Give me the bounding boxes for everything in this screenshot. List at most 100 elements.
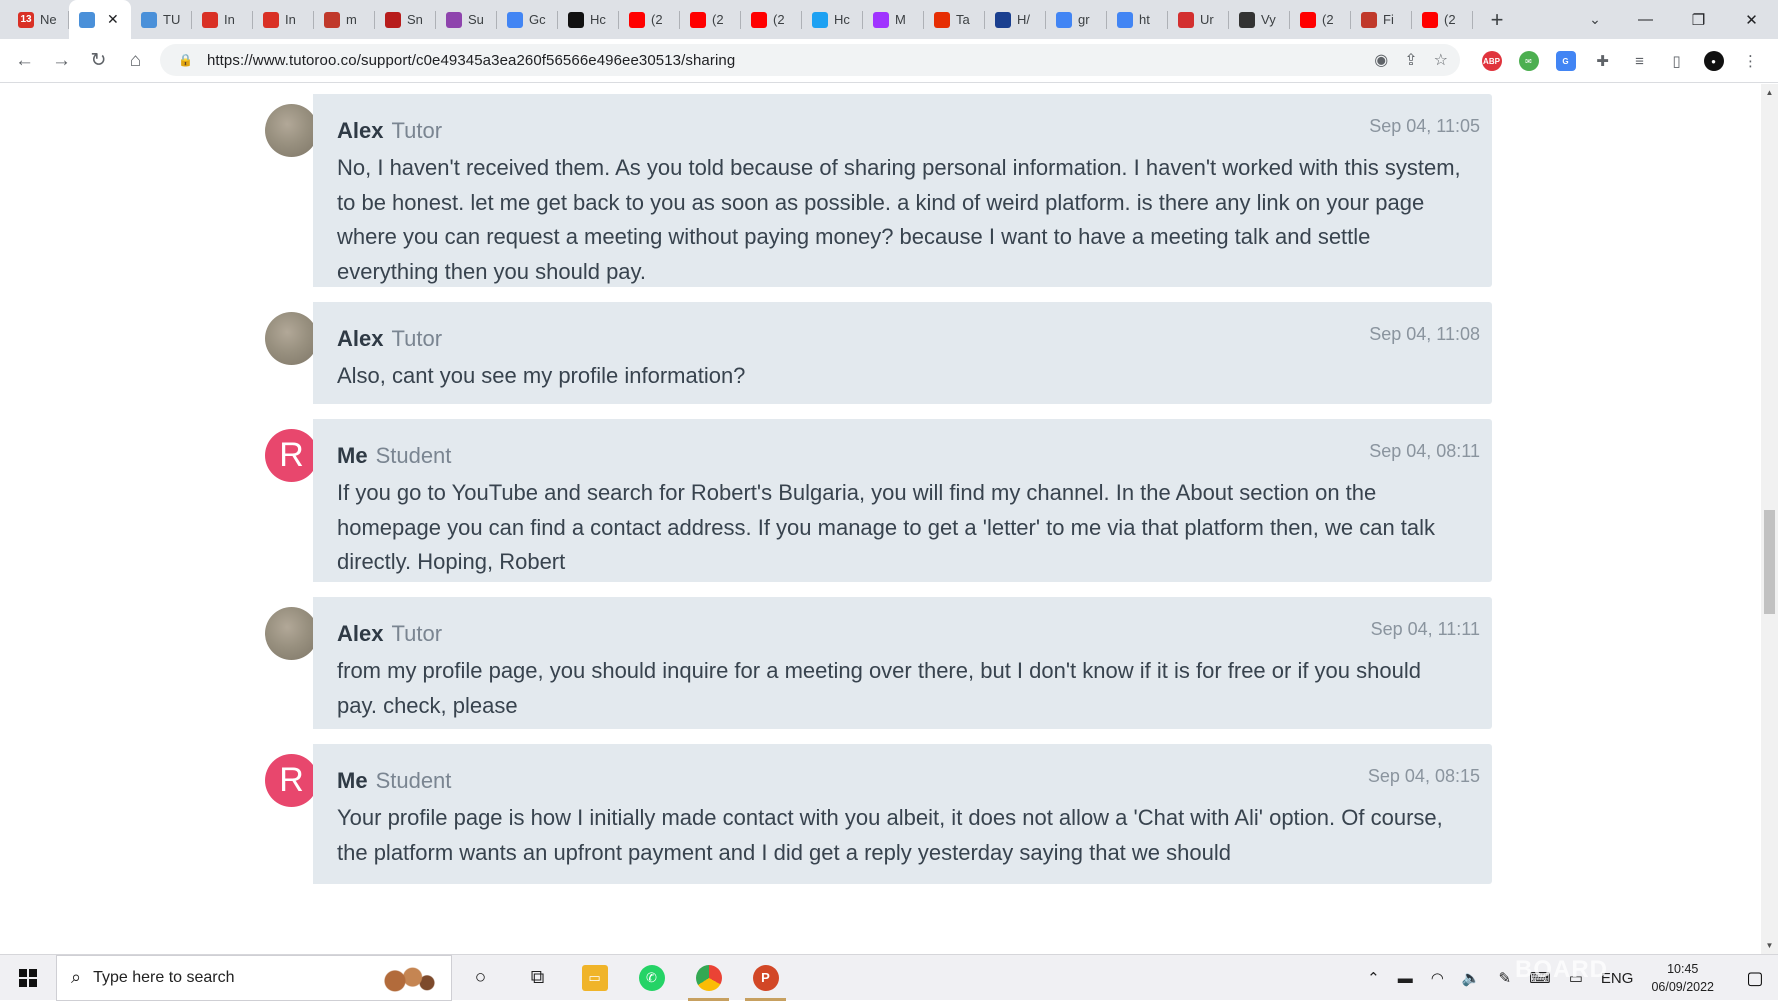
tab-title: (2: [1444, 12, 1456, 27]
whatsapp-icon[interactable]: ✆: [623, 955, 680, 1001]
browser-tab[interactable]: Sn: [375, 0, 436, 39]
chrome-icon[interactable]: [680, 955, 737, 1001]
tab-title: (2: [712, 12, 724, 27]
browser-tab[interactable]: In: [192, 0, 253, 39]
browser-tab[interactable]: Su: [436, 0, 497, 39]
browser-tab[interactable]: Gc: [497, 0, 558, 39]
message-timestamp: Sep 04, 11:11: [1370, 619, 1480, 639]
clock-time: 10:45: [1667, 962, 1699, 976]
bookmark-star-icon[interactable]: ☆: [1434, 50, 1448, 70]
browser-tab[interactable]: 13 Ne: [8, 0, 69, 39]
browser-tab[interactable]: Hc: [802, 0, 863, 39]
acrobat-icon: [1178, 11, 1194, 28]
browser-tab[interactable]: Hc: [558, 0, 619, 39]
avatar[interactable]: [265, 104, 318, 157]
message-bubble: Alex Tutor Sep 04, 11:11 from my profile pa…: [313, 597, 1492, 729]
feather-icon: [995, 11, 1011, 28]
eye-off-icon[interactable]: ◉: [1374, 50, 1388, 70]
volume-icon[interactable]: 🔈: [1462, 969, 1481, 987]
message-header: Me Student: [337, 768, 1464, 798]
browser-tab[interactable]: ✕: [69, 0, 131, 39]
message-text: from my profile page, you should inquire…: [337, 658, 1421, 718]
browser-tab[interactable]: M: [863, 0, 924, 39]
youtube-icon: [751, 11, 767, 28]
menu-kebab-icon[interactable]: ⋮: [1737, 48, 1764, 75]
browser-tab[interactable]: (2: [680, 0, 741, 39]
tray-chevron-icon[interactable]: ⌃: [1367, 969, 1380, 987]
message-bubble: Alex Tutor Sep 04, 11:08 Also, cant you see…: [313, 302, 1492, 404]
tab-title: Fi: [1383, 12, 1394, 27]
side-panel-icon[interactable]: ▯: [1663, 48, 1690, 75]
share-icon[interactable]: ⇪: [1404, 50, 1417, 70]
file-explorer-icon[interactable]: ▭: [566, 955, 623, 1001]
browser-tab[interactable]: (2: [741, 0, 802, 39]
battery-icon[interactable]: ▬: [1398, 970, 1413, 987]
restore-icon[interactable]: ❐: [1672, 11, 1725, 29]
avatar[interactable]: [265, 607, 318, 660]
snopes-icon: [385, 11, 401, 28]
profile-avatar-icon[interactable]: ●: [1700, 48, 1727, 75]
message-header: Alex Tutor: [337, 326, 1464, 356]
browser-tab[interactable]: Ta: [924, 0, 985, 39]
tumblr-icon: [324, 11, 340, 28]
extensions-puzzle-icon[interactable]: ✚: [1589, 48, 1616, 75]
tab-title: Su: [468, 12, 484, 27]
translate-extension-icon[interactable]: G: [1552, 48, 1579, 75]
close-window-icon[interactable]: ✕: [1725, 11, 1778, 29]
message-header: Me Student: [337, 443, 1464, 473]
message-timestamp: Sep 04, 11:05: [1369, 116, 1480, 136]
windows-start-icon[interactable]: [0, 955, 56, 1001]
browser-tab[interactable]: m: [314, 0, 375, 39]
google-icon: [1117, 11, 1133, 28]
adblock-icon[interactable]: ABP: [1478, 48, 1505, 75]
message-timestamp: Sep 04, 08:15: [1367, 766, 1480, 786]
minimize-icon[interactable]: —: [1619, 11, 1672, 28]
browser-tab[interactable]: H/: [985, 0, 1046, 39]
page-viewport: Alex Tutor Sep 04, 11:05 No, I haven't rece…: [0, 84, 1778, 954]
task-view-icon[interactable]: ⧉: [509, 955, 566, 1001]
clock[interactable]: 10:45 06/09/2022: [1651, 960, 1714, 996]
browser-tab[interactable]: In: [253, 0, 314, 39]
taskbar-search-box[interactable]: ⌕ Type here to search: [56, 954, 452, 1001]
tab-search-icon[interactable]: ⌄: [1580, 0, 1610, 39]
lock-icon[interactable]: 🔒: [178, 53, 193, 67]
home-icon[interactable]: ⌂: [117, 42, 154, 79]
scroll-down-icon[interactable]: ▼: [1761, 937, 1778, 954]
film-icon: [568, 11, 584, 28]
forward-icon[interactable]: →: [43, 42, 80, 79]
url-text[interactable]: https://www.tutoroo.co/support/c0e49345a…: [207, 52, 735, 69]
message-bubble: Me Student Sep 04, 08:15 Your profile page …: [313, 744, 1492, 884]
tab-close-icon[interactable]: ✕: [107, 11, 119, 28]
inbox-extension-icon[interactable]: ✉: [1515, 48, 1542, 75]
cortana-icon[interactable]: ○: [452, 955, 509, 1001]
browser-tab[interactable]: gr: [1046, 0, 1107, 39]
page-scrollbar[interactable]: ▲ ▼: [1761, 84, 1778, 954]
powerpoint-icon[interactable]: P: [737, 955, 794, 1001]
browser-tab[interactable]: (2: [1290, 0, 1351, 39]
reading-list-icon[interactable]: ≡: [1626, 48, 1653, 75]
scrollbar-thumb[interactable]: [1764, 510, 1775, 614]
pen-icon[interactable]: ✎: [1499, 969, 1512, 987]
wifi-icon[interactable]: ◠: [1431, 969, 1444, 987]
reload-icon[interactable]: ↻: [80, 42, 117, 79]
back-icon[interactable]: ←: [6, 42, 43, 79]
browser-tab[interactable]: (2: [1412, 0, 1473, 39]
address-bar[interactable]: 🔒 https://www.tutoroo.co/support/c0e4934…: [160, 44, 1460, 76]
browser-tab[interactable]: Ur: [1168, 0, 1229, 39]
browser-tab[interactable]: TU: [131, 0, 192, 39]
search-highlight-image[interactable]: [363, 959, 443, 998]
scroll-up-icon[interactable]: ▲: [1761, 84, 1778, 101]
tab-title: In: [224, 12, 235, 27]
browser-tab[interactable]: Fi: [1351, 0, 1412, 39]
avatar[interactable]: R: [265, 429, 318, 482]
notifications-icon[interactable]: ▢: [1732, 955, 1778, 1001]
tab-title: Sn: [407, 12, 423, 27]
tab-title: M: [895, 12, 906, 27]
avatar[interactable]: R: [265, 754, 318, 807]
new-tab-button[interactable]: +: [1479, 0, 1515, 39]
avatar[interactable]: [265, 312, 318, 365]
message-header: Alex Tutor: [337, 118, 1464, 148]
browser-tab[interactable]: Vy: [1229, 0, 1290, 39]
browser-tab[interactable]: (2: [619, 0, 680, 39]
browser-tab[interactable]: ht: [1107, 0, 1168, 39]
